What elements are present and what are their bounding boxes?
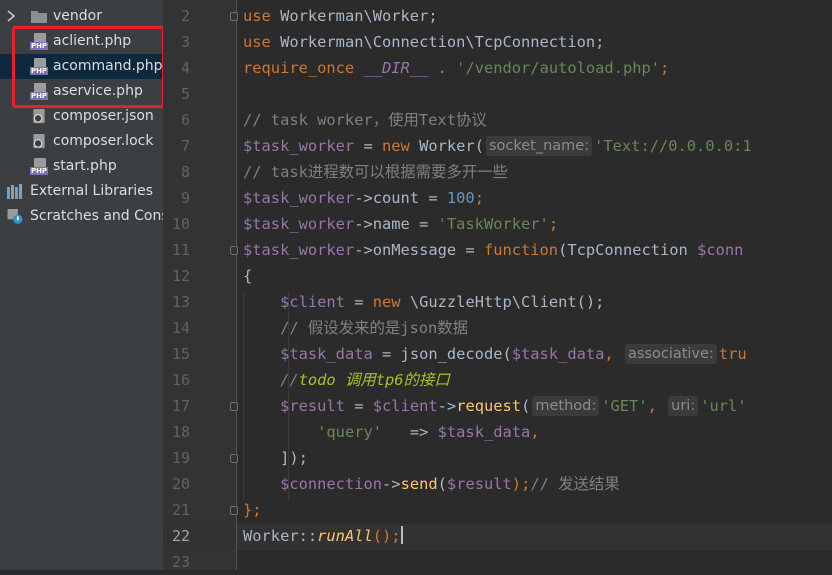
line-number: 8 [180, 163, 190, 181]
line-number: 23 [171, 553, 190, 571]
line-number-active: 22 [171, 527, 190, 545]
code-line-3[interactable]: use Workerman\Connection\TcpConnection; [243, 29, 604, 55]
tree-item-external-libraries[interactable]: External Libraries [0, 179, 163, 204]
param-hint: uri: [668, 396, 699, 416]
php-file-icon: PHP [30, 158, 48, 175]
tree-item-composer-lock[interactable]: composer.lock [0, 129, 163, 154]
scratches-icon [7, 209, 23, 224]
code-line-7[interactable]: $task_worker = new Worker(socket_name: 'T… [243, 133, 752, 159]
param-hint: associative: [624, 344, 717, 364]
highlight-annotation [12, 26, 163, 108]
line-number: 13 [171, 293, 190, 311]
line-number: 17 [171, 397, 190, 415]
code-line-8[interactable]: // task进程数可以根据需要多开一些 [243, 159, 508, 185]
fold-marker-icon[interactable] [230, 246, 238, 255]
code-line-19[interactable]: ]); [243, 445, 308, 471]
line-number: 3 [180, 33, 190, 51]
line-number: 21 [171, 501, 190, 519]
code-line-2[interactable]: use Workerman\Worker; [243, 3, 438, 29]
fold-marker-icon[interactable] [230, 506, 238, 515]
libraries-icon [7, 184, 22, 199]
folder-icon [31, 11, 47, 23]
tree-item-label: start.php [53, 158, 117, 174]
code-line-18[interactable]: 'query' => $task_data, [243, 419, 539, 445]
line-number: 16 [171, 371, 190, 389]
param-hint: socket_name: [485, 136, 593, 156]
line-number: 7 [180, 137, 190, 155]
code-line-12[interactable]: { [243, 263, 252, 289]
tree-item-label: Scratches and Consoles [30, 208, 163, 224]
line-number: 20 [171, 475, 190, 493]
code-line-17[interactable]: $result = $client->request(method: 'GET',… [243, 393, 747, 419]
gutter-separator [236, 0, 237, 570]
line-number: 2 [180, 7, 190, 25]
tree-item-label: composer.lock [53, 133, 154, 149]
code-line-22[interactable]: Worker::runAll(); [243, 523, 403, 549]
tree-item-start[interactable]: PHP start.php [0, 154, 163, 179]
code-line-9[interactable]: $task_worker->count = 100; [243, 185, 484, 211]
line-number: 14 [171, 319, 190, 337]
composer-file-icon [33, 134, 45, 149]
code-line-11[interactable]: $task_worker->onMessage = function(TcpCo… [243, 237, 743, 263]
line-number: 15 [171, 345, 190, 363]
code-line-4[interactable]: require_once __DIR__ . '/vendor/autoload… [243, 55, 669, 81]
chevron-right-icon[interactable] [6, 10, 16, 22]
project-tree: vendor PHP aclient.php PHP acommand.php … [0, 0, 163, 570]
param-hint: method: [532, 396, 600, 416]
code-line-21[interactable]: }; [243, 497, 262, 523]
line-number: 5 [180, 85, 190, 103]
text-caret [400, 526, 403, 544]
code-line-16[interactable]: //todo 调用tp6的接口 [243, 367, 450, 393]
fold-marker-icon[interactable] [230, 454, 238, 463]
fold-marker-icon[interactable] [230, 12, 238, 21]
code-line-20[interactable]: $connection->send($result);// 发送结果 [243, 471, 620, 497]
composer-file-icon [33, 109, 45, 124]
line-number: 10 [171, 215, 190, 233]
line-number: 6 [180, 111, 190, 129]
code-line-15[interactable]: $task_data = json_decode($task_data, ass… [243, 341, 747, 367]
line-number: 12 [171, 267, 190, 285]
code-line-14[interactable]: // 假设发来的是json数据 [243, 315, 468, 341]
line-number: 19 [171, 449, 190, 467]
code-line-13[interactable]: $client = new \GuzzleHttp\Client(); [243, 289, 604, 315]
code-line-6[interactable]: // task worker，使用Text协议 [243, 107, 487, 133]
line-number: 11 [171, 241, 190, 259]
tree-item-label: External Libraries [30, 183, 153, 199]
code-line-10[interactable]: $task_worker->name = 'TaskWorker'; [243, 211, 558, 237]
line-number: 4 [180, 59, 190, 77]
fold-marker-icon[interactable] [230, 402, 238, 411]
line-number: 18 [171, 423, 190, 441]
line-number: 9 [180, 189, 190, 207]
tree-item-scratches[interactable]: Scratches and Consoles [0, 204, 163, 229]
